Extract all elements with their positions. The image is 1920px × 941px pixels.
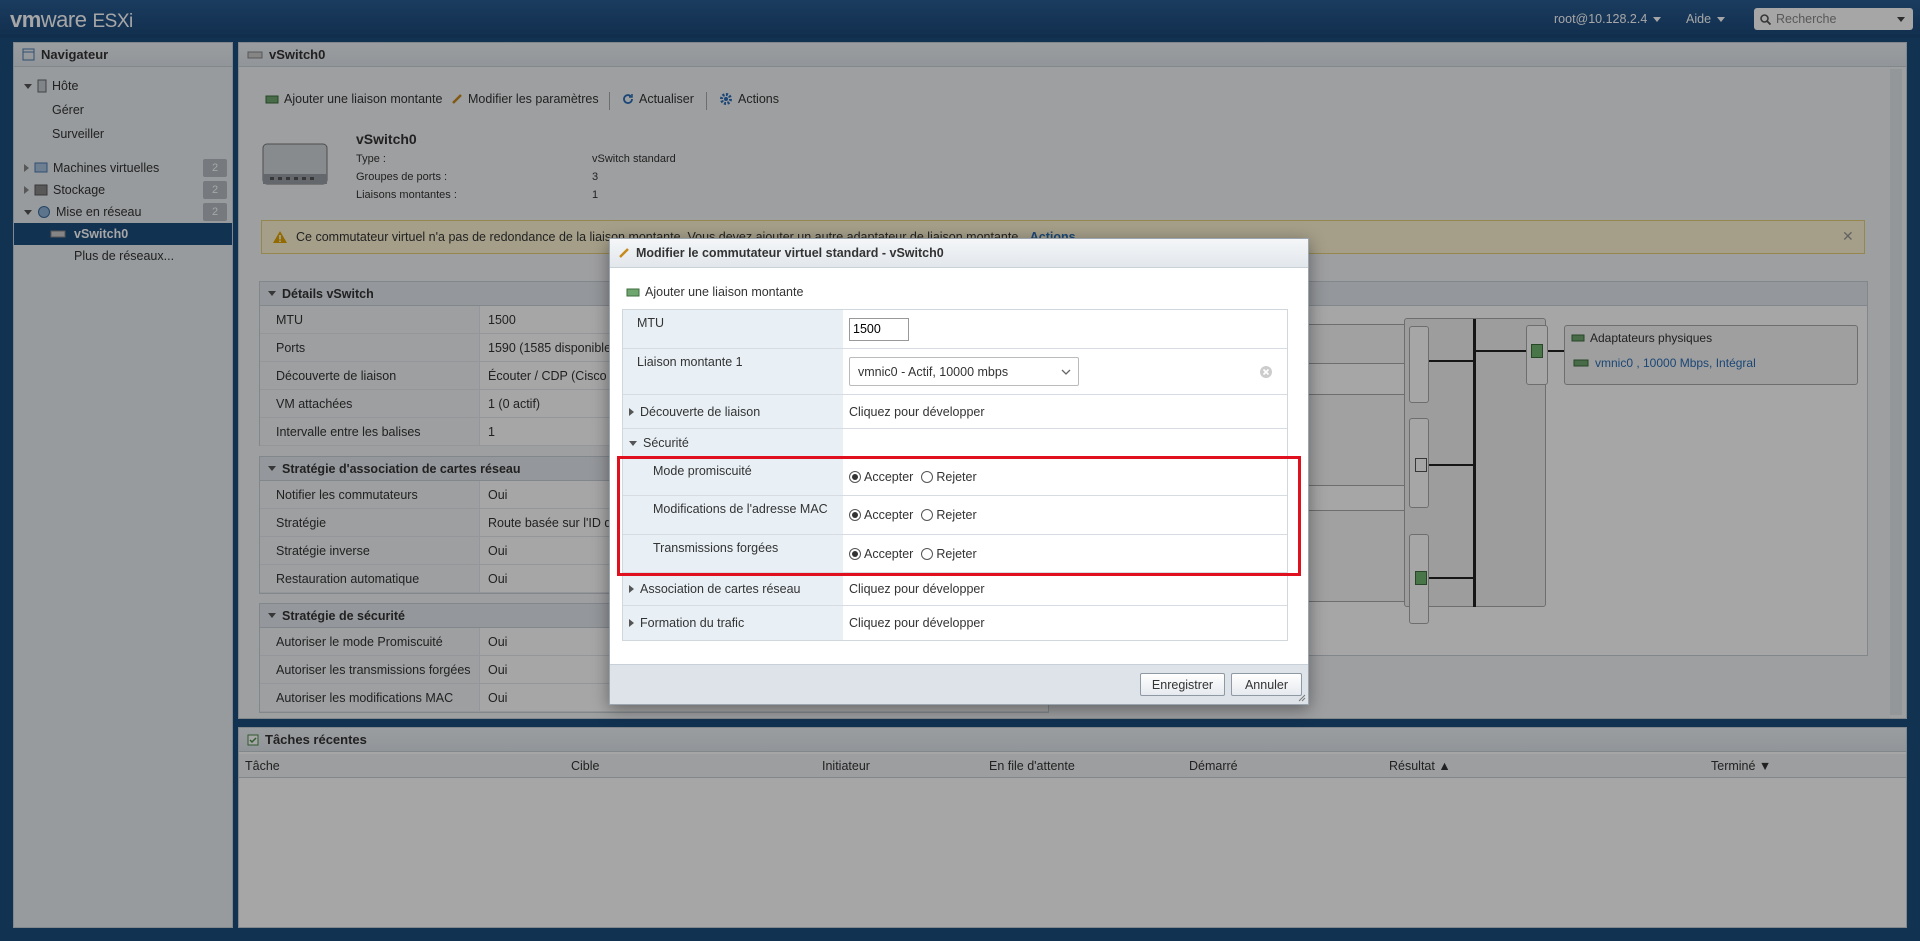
- pencil-icon: [619, 248, 629, 258]
- security-row[interactable]: Sécurité: [623, 429, 1287, 458]
- expand-link[interactable]: Cliquez pour développer: [843, 606, 1287, 640]
- mtu-row: MTU: [623, 310, 1287, 349]
- uplink-row: Liaison montante 1 vmnic0 - Actif, 10000…: [623, 349, 1287, 395]
- remove-uplink-icon[interactable]: [1259, 365, 1273, 379]
- dialog-title: Modifier le commutateur virtuel standard…: [636, 246, 944, 260]
- add-uplink-icon: [626, 288, 640, 297]
- mtu-input[interactable]: [849, 317, 909, 341]
- expand-link[interactable]: Cliquez pour développer: [843, 395, 1287, 428]
- uplink-label: Liaison montante 1: [623, 349, 843, 394]
- dialog-footer: Enregistrer Annuler: [610, 664, 1308, 704]
- mtu-label: MTU: [623, 310, 843, 348]
- uplink-select[interactable]: vmnic0 - Actif, 10000 mbps: [849, 357, 1079, 386]
- security-highlight-box: [617, 456, 1301, 576]
- expand-link[interactable]: Cliquez pour développer: [843, 573, 1287, 605]
- save-button[interactable]: Enregistrer: [1140, 673, 1225, 696]
- dialog-add-uplink-button[interactable]: Ajouter une liaison montante: [626, 285, 803, 299]
- cancel-button[interactable]: Annuler: [1231, 673, 1302, 696]
- link-discovery-row[interactable]: Découverte de liaison Cliquez pour dével…: [623, 395, 1287, 429]
- chevron-down-icon: [1061, 369, 1071, 375]
- resize-handle-icon[interactable]: [1298, 694, 1306, 702]
- traffic-shaping-row[interactable]: Formation du trafic Cliquez pour dévelop…: [623, 606, 1287, 640]
- dialog-header: Modifier le commutateur virtuel standard…: [610, 239, 1308, 268]
- nic-teaming-row[interactable]: Association de cartes réseau Cliquez pou…: [623, 573, 1287, 606]
